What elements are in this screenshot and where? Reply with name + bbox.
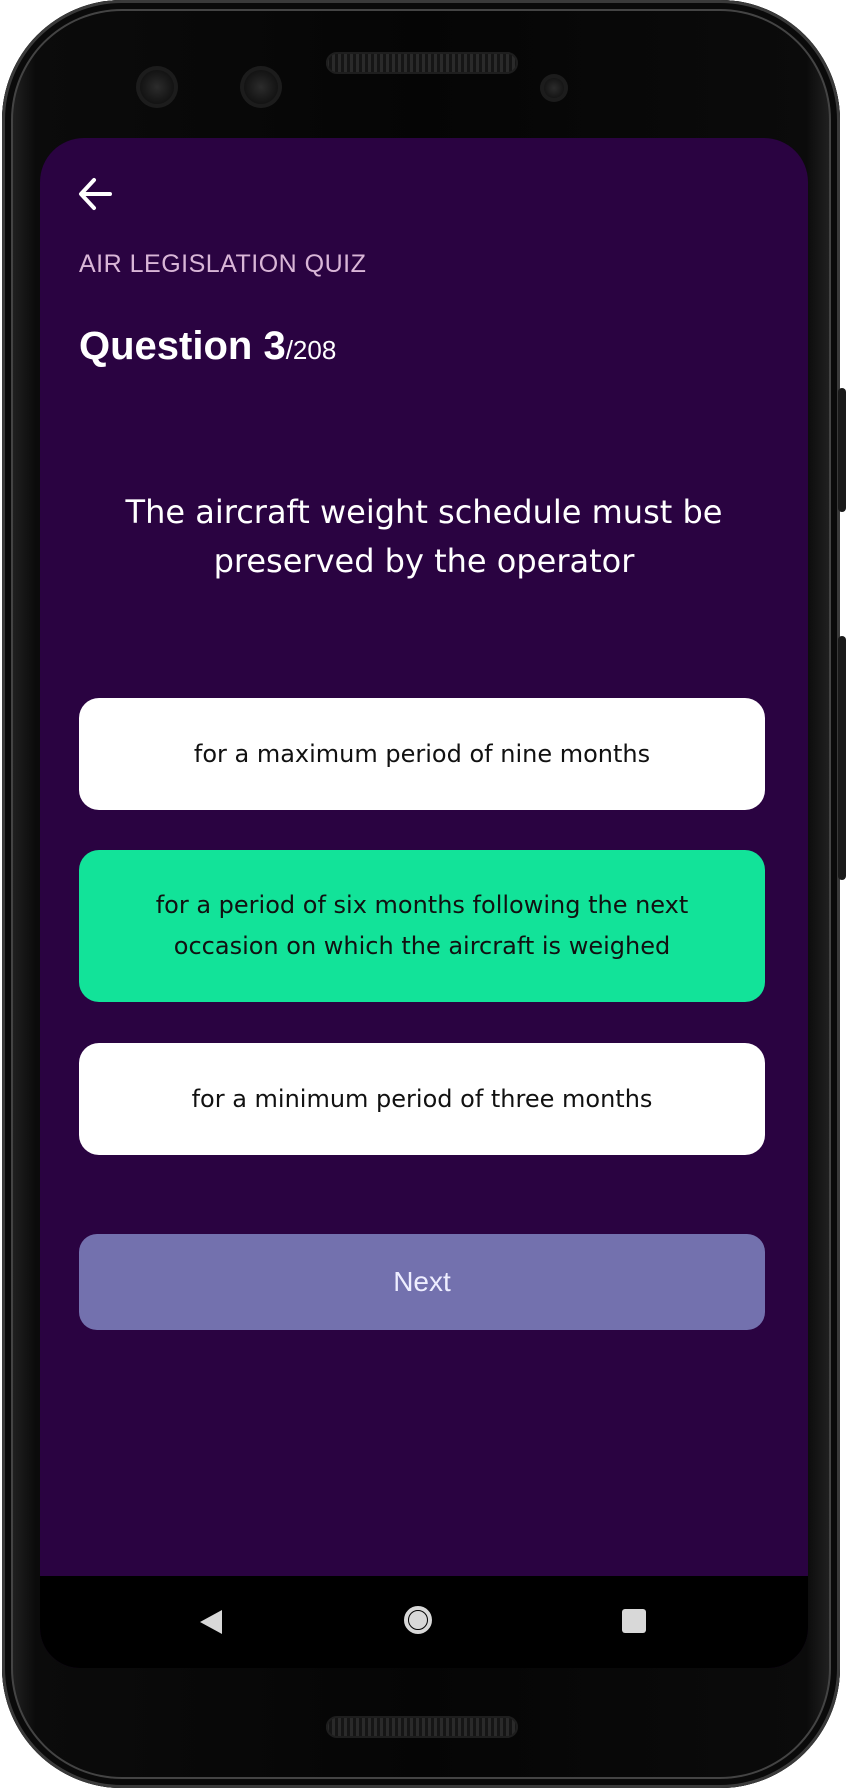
phone-frame: AIR LEGISLATION QUIZ Question 3/208 The … bbox=[2, 0, 846, 1788]
answer-option-1[interactable]: for a maximum period of nine months bbox=[79, 698, 765, 810]
answer-option-2[interactable]: for a period of six months following the… bbox=[79, 850, 765, 1002]
bottom-speaker bbox=[326, 1716, 518, 1738]
next-button[interactable]: Next bbox=[79, 1234, 765, 1330]
answer-label: for a minimum period of three months bbox=[191, 1084, 653, 1113]
system-nav-bar bbox=[40, 1576, 808, 1668]
top-speaker bbox=[326, 52, 518, 74]
square-recent-icon[interactable] bbox=[622, 1609, 646, 1633]
power-button bbox=[838, 388, 846, 512]
question-number: Question 3 bbox=[79, 324, 286, 368]
question-text: The aircraft weight schedule must be pre… bbox=[125, 493, 723, 580]
question-counter: Question 3/208 bbox=[79, 324, 336, 369]
circle-home-icon[interactable] bbox=[404, 1606, 432, 1634]
front-camera-right bbox=[240, 66, 282, 108]
answer-label: for a maximum period of nine months bbox=[193, 739, 651, 768]
arrow-left-icon[interactable] bbox=[76, 174, 116, 214]
question-total: /208 bbox=[285, 335, 337, 365]
volume-button bbox=[838, 636, 846, 880]
app-screen: AIR LEGISLATION QUIZ Question 3/208 The … bbox=[40, 138, 808, 1668]
home-dot bbox=[409, 1611, 427, 1629]
next-button-label: Next bbox=[393, 1266, 451, 1297]
answer-label: for a period of six months following the… bbox=[155, 891, 689, 960]
front-camera-left bbox=[136, 66, 178, 108]
triangle-back-icon[interactable] bbox=[198, 1608, 224, 1636]
answer-option-3[interactable]: for a minimum period of three months bbox=[79, 1043, 765, 1155]
quiz-label: AIR LEGISLATION QUIZ bbox=[79, 250, 367, 278]
proximity-sensor bbox=[540, 74, 568, 102]
